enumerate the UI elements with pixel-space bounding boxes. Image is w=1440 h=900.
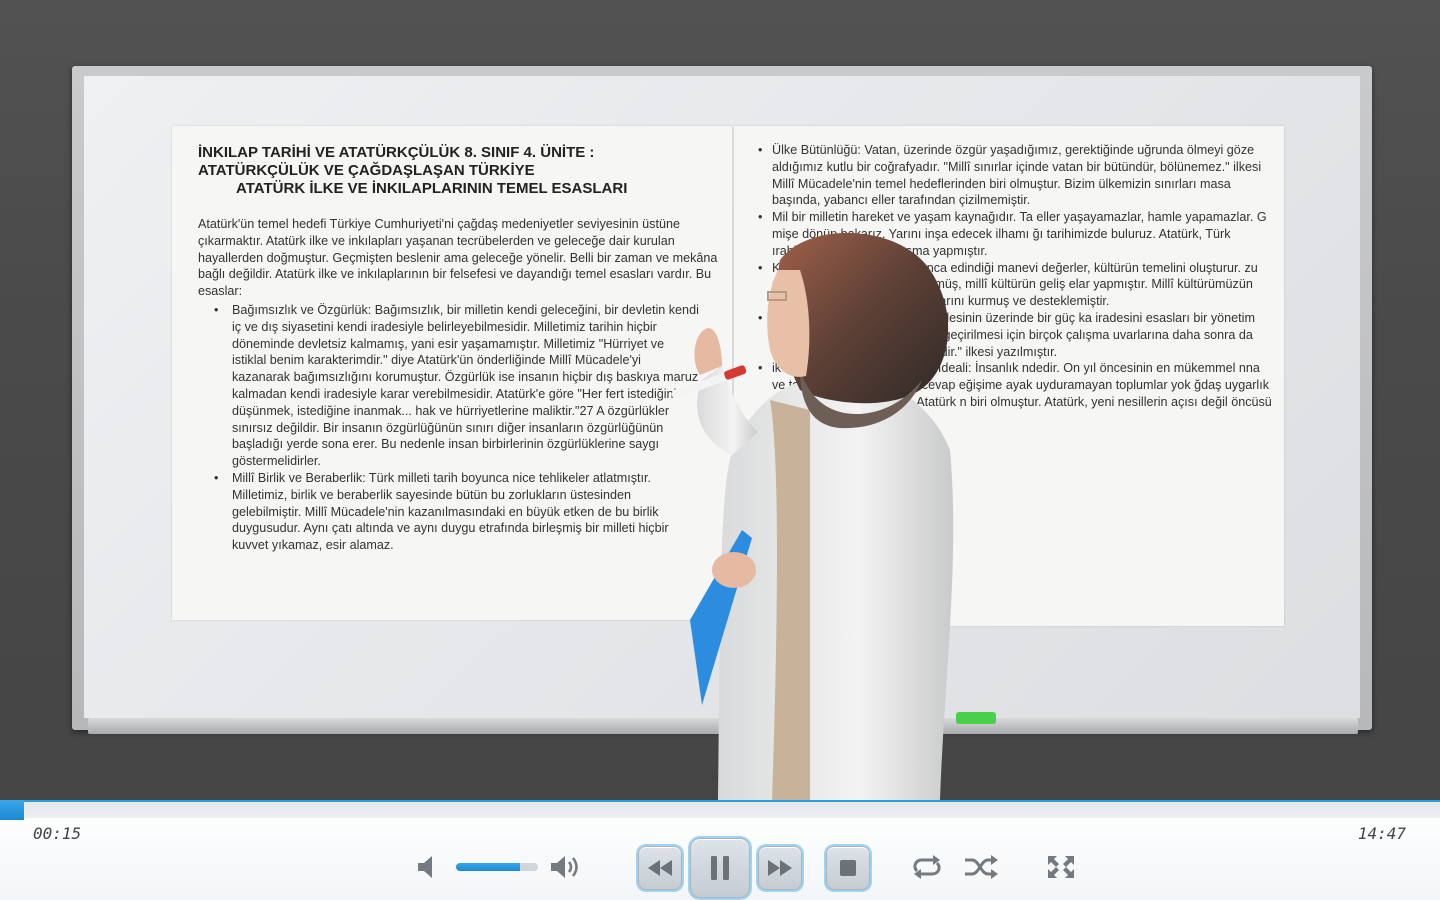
rewind-button[interactable] (638, 846, 682, 890)
pause-button[interactable] (690, 838, 750, 898)
poster-title-line2: ATATÜRKÇÜLÜK VE ÇAĞDAŞLAŞAN TÜRKİYE (198, 162, 535, 179)
current-time: 00:15 (33, 824, 82, 843)
poster-sheet-left: İNKILAP TARİHİ VE ATATÜRKÇÜLÜK 8. SINIF … (172, 126, 732, 620)
poster-intro: Atatürk'ün temel hedefi Türkiye Cumhuriy… (198, 217, 718, 299)
pause-icon (711, 856, 729, 880)
poster-left-list: Bağımsızlık ve Özgürlük: Bağımsızlık, bi… (198, 302, 726, 554)
stop-icon (840, 860, 856, 876)
fullscreen-button[interactable] (1044, 852, 1078, 882)
teacher-figure (671, 232, 954, 800)
repeat-icon (913, 855, 941, 879)
fast-forward-button[interactable] (758, 846, 802, 890)
stop-button[interactable] (826, 846, 870, 890)
speaker-low-icon (418, 856, 432, 878)
shuffle-button[interactable] (962, 852, 1000, 882)
list-item: Bağımsızlık ve Özgürlük: Bağımsızlık, bi… (198, 302, 726, 470)
seek-bar[interactable] (0, 800, 1440, 820)
volume-slider-fill (456, 863, 520, 871)
seek-bar-progress (0, 800, 25, 820)
video-frame[interactable]: İNKILAP TARİHİ VE ATATÜRKÇÜLÜK 8. SINIF … (0, 0, 1440, 800)
repeat-button[interactable] (908, 852, 946, 882)
fullscreen-icon (1048, 856, 1074, 878)
poster-title-line1: İNKILAP TARİHİ VE ATATÜRKÇÜLÜK 8. SINIF … (198, 144, 595, 161)
poster-title: İNKILAP TARİHİ VE ATATÜRKÇÜLÜK 8. SINIF … (198, 144, 726, 198)
list-item: Millî Birlik ve Beraberlik: Türk milleti… (198, 470, 726, 554)
total-time: 14:47 (1357, 824, 1406, 843)
rewind-icon (648, 860, 672, 876)
shuffle-icon (965, 855, 998, 879)
fast-forward-icon (768, 860, 792, 876)
poster-title-line3: ATATÜRK İLKE VE İNKILAPLARININ TEMEL ESA… (236, 180, 628, 197)
mute-button[interactable] (414, 852, 442, 882)
volume-up-button[interactable] (548, 852, 584, 882)
volume-slider[interactable] (456, 863, 538, 871)
speaker-high-icon (551, 856, 578, 878)
